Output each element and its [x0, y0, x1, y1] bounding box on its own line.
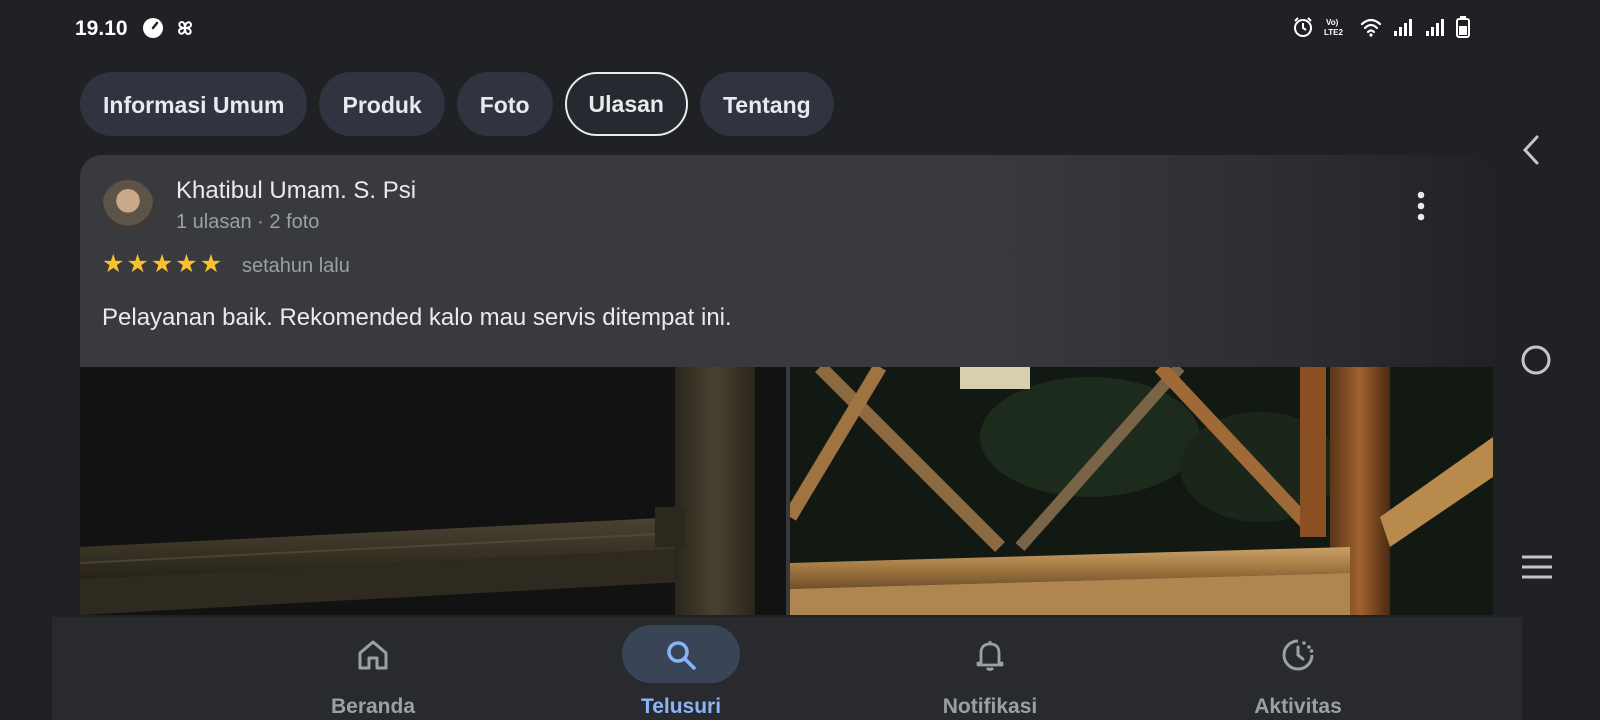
speedometer-icon [143, 18, 163, 38]
tab-tentang[interactable]: Tentang [699, 72, 834, 136]
battery-icon [1456, 16, 1470, 38]
back-icon[interactable] [1520, 134, 1542, 166]
bottom-nav: Beranda Telusuri Notifikasi Aktivitas [52, 617, 1522, 720]
nav-beranda[interactable]: Beranda [273, 617, 473, 720]
reviewer-meta: 1 ulasan · 2 foto [176, 211, 320, 233]
more-options-button[interactable] [1406, 187, 1436, 227]
svg-text:LTE2: LTE2 [1324, 28, 1344, 37]
signal-icon [1426, 19, 1444, 36]
nav-aktivitas[interactable]: Aktivitas [1198, 617, 1398, 720]
star-icon: ★ [126, 250, 149, 278]
recents-icon[interactable] [1520, 553, 1554, 581]
review-text: Pelayanan baik. Rekomended kalo mau serv… [102, 304, 732, 331]
bell-icon [976, 641, 1004, 671]
volte-icon: Vo) LTE2 [1324, 18, 1344, 37]
signal-icon [1394, 19, 1412, 36]
tab-produk[interactable]: Produk [319, 72, 445, 136]
bamboo-railing-night-photo [790, 367, 1493, 615]
nav-label-telusuri: Telusuri [640, 695, 722, 718]
star-icon: ★ [150, 250, 174, 278]
tab-ulasan[interactable]: Ulasan [564, 72, 688, 136]
wifi-icon [1360, 18, 1382, 37]
search-icon [667, 641, 696, 670]
status-right-icons: Vo) LTE2 [1292, 16, 1470, 38]
activity-icon [1282, 639, 1314, 671]
star-icon: ★ [102, 250, 125, 278]
status-left-icons [142, 17, 196, 39]
nav-telusuri[interactable]: Telusuri [581, 617, 781, 720]
pinwheel-icon [177, 20, 193, 36]
tab-informasi-umum[interactable]: Informasi Umum [80, 72, 308, 136]
status-time: 19.10 [75, 17, 128, 40]
alarm-icon [1294, 17, 1312, 37]
tab-foto[interactable]: Foto [456, 72, 553, 136]
star-icon: ★ [199, 250, 223, 278]
star-icon: ★ [175, 250, 198, 278]
reviewer-name[interactable]: Khatibul Umam. S. Psi [176, 177, 416, 205]
review-photo-2[interactable] [790, 367, 1493, 615]
home-circle-icon[interactable] [1520, 344, 1552, 376]
nav-label-notifikasi: Notifikasi [942, 695, 1038, 718]
status-bar: 19.10 Vo) LTE2 [0, 0, 1520, 58]
review-card: Khatibul Umam. S. Psi 1 ulasan · 2 foto … [80, 155, 1493, 615]
system-nav-bar [1520, 0, 1600, 720]
star-rating: ★ ★ ★ ★ ★ [102, 250, 223, 278]
home-icon [358, 640, 388, 670]
review-photo-1[interactable] [80, 367, 786, 615]
bamboo-fence-night-photo [80, 367, 786, 615]
nav-notifikasi[interactable]: Notifikasi [890, 617, 1090, 720]
reviewer-avatar[interactable] [102, 180, 154, 232]
nav-label-beranda: Beranda [330, 695, 416, 718]
nav-label-aktivitas: Aktivitas [1254, 695, 1342, 718]
svg-text:Vo): Vo) [1326, 18, 1339, 27]
review-time: setahun lalu [242, 255, 350, 277]
tab-bar: Informasi Umum Produk Foto Ulasan Tentan… [80, 72, 834, 136]
